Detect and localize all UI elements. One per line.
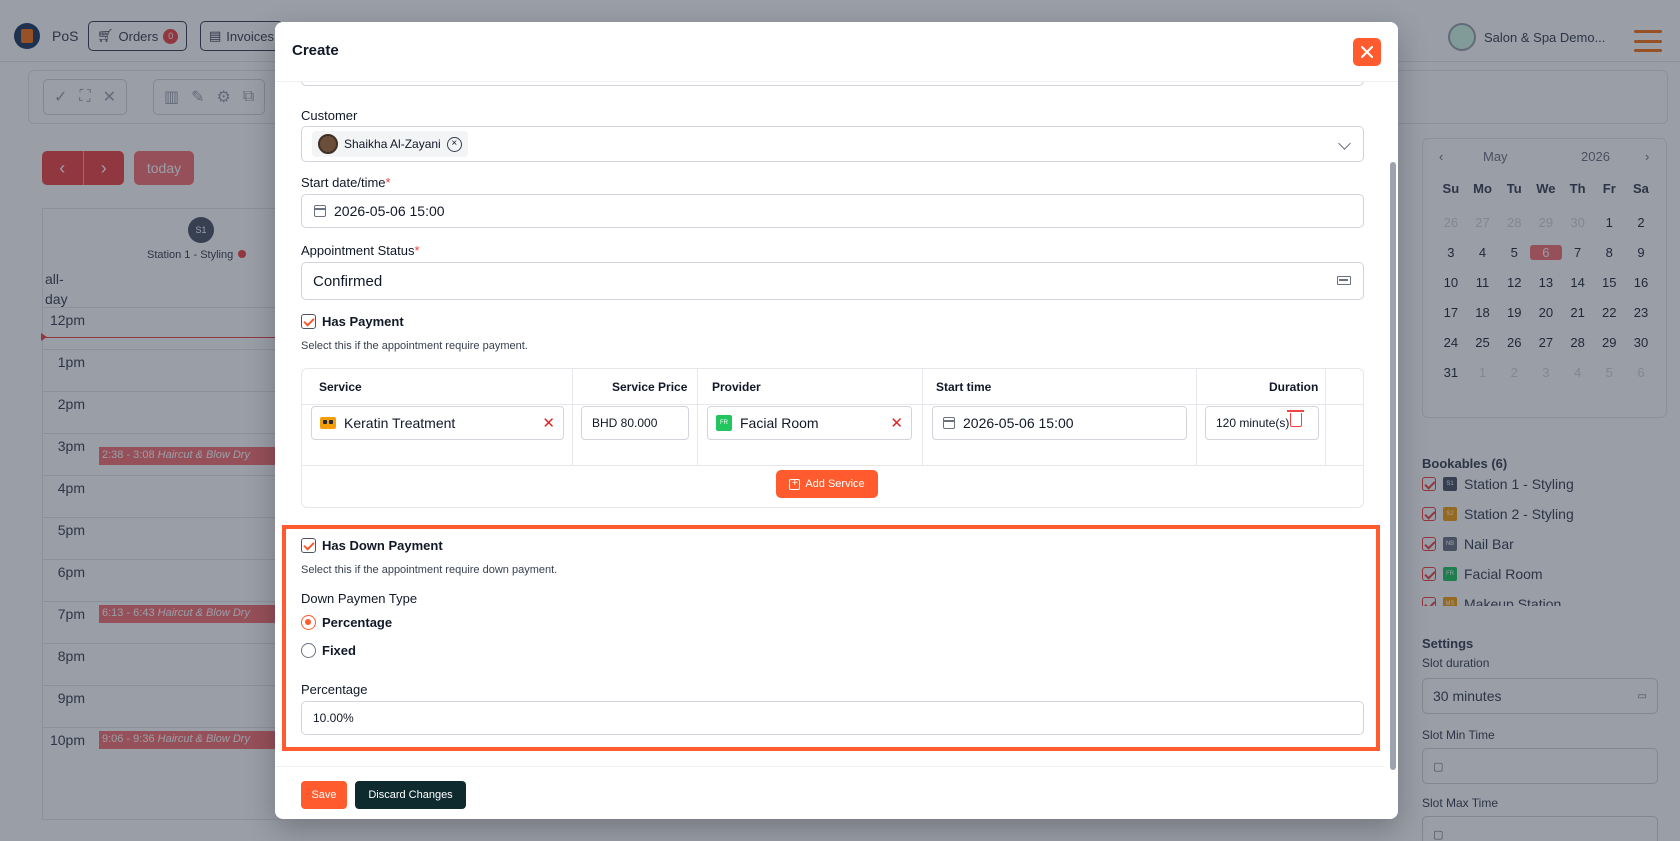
service-start-input[interactable]: 2026-05-06 15:00 [932,406,1187,440]
service-select[interactable]: Keratin Treatment ✕ [311,406,564,440]
service-icon [320,417,336,429]
radio-fixed[interactable]: Fixed [301,643,356,658]
has-payment-checkbox[interactable]: Has Payment [301,314,404,329]
remove-service-icon[interactable]: ✕ [542,414,555,432]
modal-title: Create [292,42,339,59]
has-payment-label: Has Payment [322,314,404,329]
add-service-button[interactable]: + Add Service [776,470,878,498]
provider-select[interactable]: FR Facial Room ✕ [707,406,912,440]
has-down-payment-label: Has Down Payment [322,538,443,553]
start-datetime-value: 2026-05-06 15:00 [334,203,445,219]
remove-provider-icon[interactable]: ✕ [890,414,903,432]
trash-icon[interactable] [1287,410,1304,427]
column-divider [1196,369,1197,465]
service-value: Keratin Treatment [344,415,456,431]
header-provider: Provider [712,380,761,394]
checkbox[interactable] [301,314,316,329]
appointment-status-value: Confirmed [313,272,383,290]
customer-label: Customer [301,108,358,123]
start-datetime-label: Start date/time* [301,175,391,190]
percentage-value: 10.00% [313,711,354,725]
add-service-label: Add Service [805,478,865,490]
modal-scrollbar[interactable] [1390,162,1396,770]
calendar-icon [943,417,955,429]
column-divider [697,369,698,465]
customer-select[interactable]: Shaikha Al-Zayani × [301,126,1364,162]
create-appointment-modal: Create Customer Shaikha Al-Zayani × Star… [275,22,1398,819]
duration-value: 120 minute(s) [1216,416,1290,430]
column-divider [572,369,573,465]
provider-value: Facial Room [740,415,819,431]
modal-body: Customer Shaikha Al-Zayani × Start date/… [275,22,1398,819]
percentage-label: Percentage [301,682,368,697]
appointment-status-select[interactable]: Confirmed [301,262,1364,300]
radio-percentage-label: Percentage [322,615,393,630]
service-price-value: BHD 80.000 [592,416,658,430]
has-down-payment-checkbox[interactable]: Has Down Payment [301,538,443,553]
customer-name: Shaikha Al-Zayani [344,137,441,151]
header-service: Service [319,380,362,394]
provider-avatar: FR [716,415,732,431]
save-button[interactable]: Save [301,781,347,809]
column-divider [922,369,923,465]
chevron-down-icon[interactable] [1338,137,1351,150]
service-start-value: 2026-05-06 15:00 [963,415,1074,431]
close-icon [1361,46,1373,58]
header-price: Service Price [612,380,688,394]
start-datetime-input[interactable]: 2026-05-06 15:00 [301,194,1364,228]
footer-divider [275,766,1385,767]
down-payment-type-label: Down Paymen Type [301,591,418,606]
radio-button[interactable] [301,615,316,630]
header-duration: Duration [1269,380,1319,394]
radio-button[interactable] [301,643,316,658]
services-table: Service Service Price Provider Start tim… [301,368,1364,508]
plus-icon: + [789,478,801,490]
service-price-input[interactable]: BHD 80.000 [581,406,689,440]
card-icon [1337,276,1351,285]
percentage-input[interactable]: 10.00% [301,701,1364,735]
row-divider [302,465,1363,466]
modal-header: Create [275,22,1398,82]
checkbox[interactable] [301,538,316,553]
remove-customer-icon[interactable]: × [446,136,462,152]
column-divider [1325,369,1326,465]
discard-changes-button[interactable]: Discard Changes [355,781,466,809]
header-start-time: Start time [936,380,992,394]
calendar-icon [314,205,326,217]
has-down-payment-help: Select this if the appointment require d… [301,564,558,576]
customer-avatar [318,134,338,154]
has-payment-help: Select this if the appointment require p… [301,340,528,352]
customer-chip: Shaikha Al-Zayani × [312,131,468,157]
close-button[interactable] [1353,38,1381,66]
radio-fixed-label: Fixed [322,643,356,658]
radio-percentage[interactable]: Percentage [301,615,392,630]
services-table-header: Service Service Price Provider Start tim… [302,369,1363,405]
appointment-status-label: Appointment Status* [301,243,420,258]
